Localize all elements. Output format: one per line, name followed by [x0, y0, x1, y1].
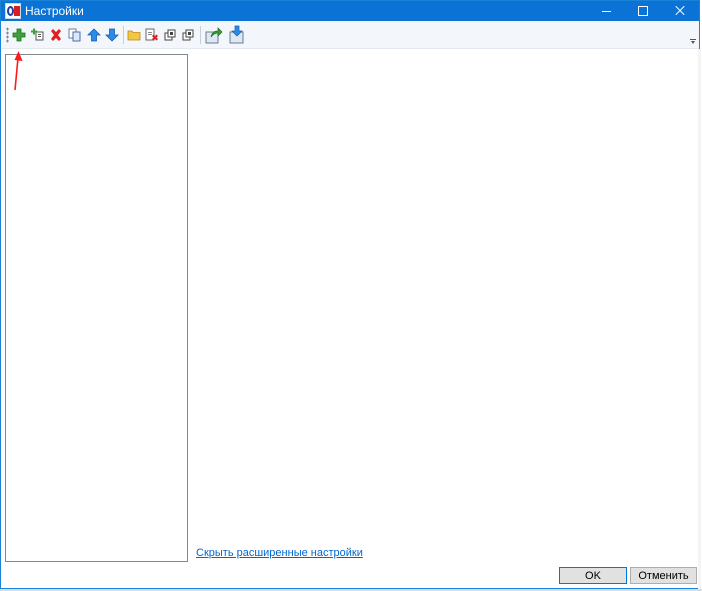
toolbar-grip[interactable] — [6, 27, 9, 43]
cancel-button[interactable]: Отменить — [630, 567, 697, 584]
copy-icon — [68, 28, 81, 42]
import-icon — [229, 25, 244, 44]
toolbar-separator — [123, 26, 124, 44]
duplicate-button-a[interactable] — [164, 28, 178, 42]
title-bar[interactable]: Настройки — [1, 1, 699, 21]
window-title: Настройки — [25, 4, 84, 18]
toolbar — [1, 21, 699, 49]
folder-button[interactable] — [127, 28, 141, 42]
folder-icon — [127, 30, 141, 41]
maximize-button[interactable] — [625, 1, 659, 21]
delete-settings-button[interactable] — [145, 28, 159, 42]
cancel-button-label: Отменить — [638, 569, 689, 582]
blue-up-arrow-icon — [87, 28, 101, 42]
hide-advanced-settings-link[interactable]: Скрыть расширенные настройки — [196, 547, 363, 559]
move-up-button[interactable] — [87, 28, 101, 42]
toolbar-separator — [200, 26, 201, 44]
settings-tree[interactable] — [5, 54, 188, 562]
add-button[interactable] — [12, 28, 26, 42]
move-down-button[interactable] — [105, 28, 119, 42]
export-icon — [205, 27, 223, 44]
duplicate-icon — [164, 29, 176, 41]
minimize-button[interactable] — [589, 1, 623, 21]
settings-window: Настройки Скрыть расширенные настройки O… — [0, 0, 701, 590]
duplicate-button-b[interactable] — [182, 28, 196, 42]
delete-document-icon — [145, 28, 158, 41]
delete-button[interactable] — [49, 28, 63, 42]
import-button[interactable] — [228, 25, 246, 44]
duplicate-icon — [182, 29, 194, 41]
green-plus-icon — [12, 28, 26, 42]
ok-button[interactable]: OK — [559, 567, 627, 584]
add-child-icon — [31, 28, 44, 41]
copy-button[interactable] — [68, 28, 82, 42]
ok-button-label: OK — [585, 569, 601, 582]
export-button[interactable] — [205, 26, 223, 44]
app-logo-icon — [5, 3, 21, 19]
add-child-button[interactable] — [31, 28, 45, 42]
toolbar-overflow-button[interactable] — [690, 39, 696, 45]
panel-splitter[interactable] — [698, 49, 701, 590]
blue-down-arrow-icon — [105, 28, 119, 42]
red-x-icon — [51, 29, 61, 41]
close-button[interactable] — [663, 1, 697, 21]
